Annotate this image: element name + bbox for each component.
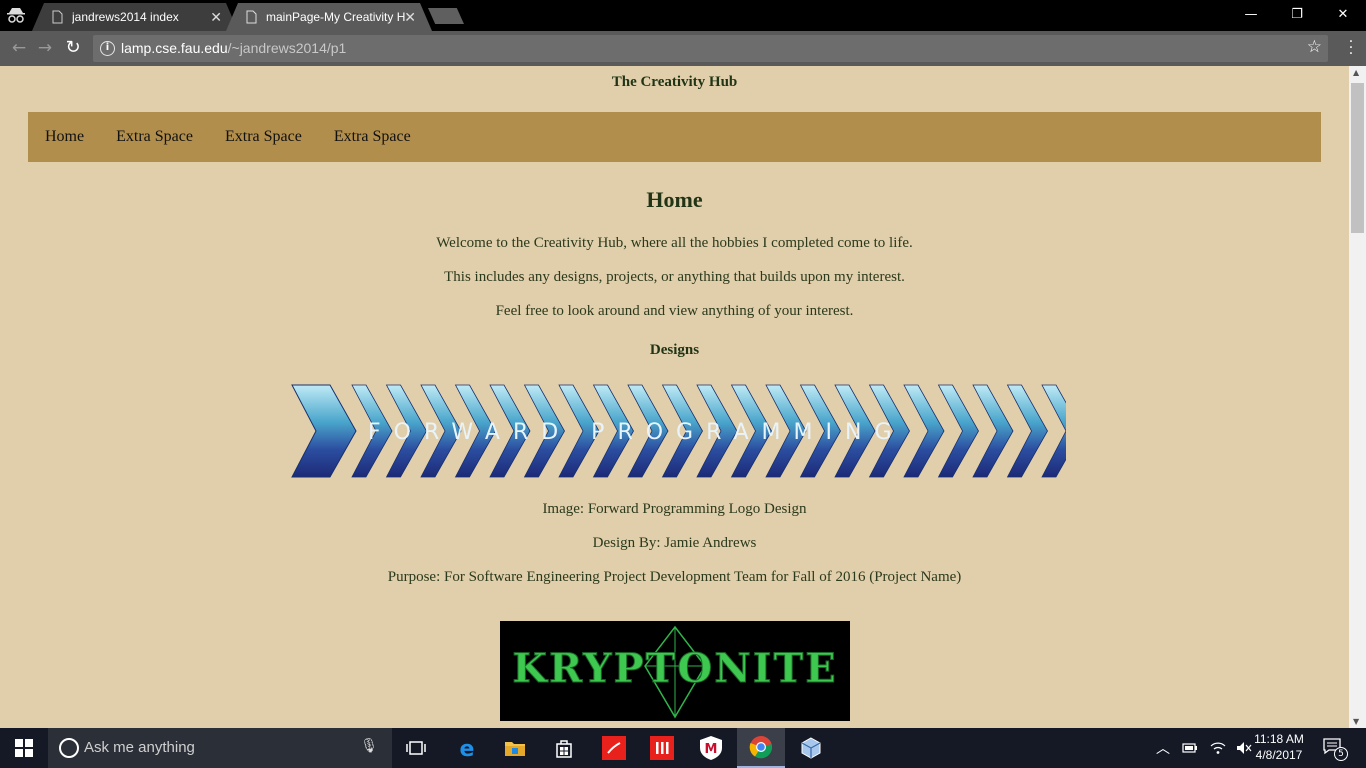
close-window-button[interactable]: ✕ xyxy=(1320,0,1366,28)
microphone-icon[interactable]: 🎙 xyxy=(360,738,378,754)
search-placeholder: Ask me anything xyxy=(84,739,195,756)
logo-text: FORWARD PROGRAMMING xyxy=(368,420,905,445)
page-icon xyxy=(246,10,257,24)
image-caption: Image: Forward Programming Logo Design xyxy=(542,501,807,517)
chrome-menu-icon[interactable]: · · · xyxy=(1348,35,1354,61)
svg-text:e: e xyxy=(460,737,475,759)
nav-extra-space-2[interactable]: Extra Space xyxy=(225,128,302,146)
svg-text:M: M xyxy=(705,742,718,757)
show-hidden-icons[interactable]: ︿ xyxy=(1156,738,1170,758)
url-text: lamp.cse.fau.edu/~jandrews2014/p1 xyxy=(121,40,347,56)
info-icon[interactable]: i xyxy=(100,41,115,56)
image-purpose: Purpose: For Software Engineering Projec… xyxy=(387,569,962,585)
web-page: The Creativity Hub Home Extra Space Extr… xyxy=(0,66,1349,728)
virtualbox-icon[interactable] xyxy=(787,728,835,768)
kryptonite-logo: KRYPTONITE xyxy=(500,621,850,721)
close-tab-icon[interactable]: ✕ xyxy=(210,9,222,26)
edge-browser-icon[interactable]: e xyxy=(443,728,491,768)
action-center-button[interactable]: 5 xyxy=(1322,737,1348,761)
scroll-up-arrow-icon[interactable]: ▲ xyxy=(1353,68,1359,77)
address-bar[interactable]: i lamp.cse.fau.edu/~jandrews2014/p1 ☆ xyxy=(93,35,1328,62)
store-icon[interactable] xyxy=(540,728,588,768)
intro-line-1: Welcome to the Creativity Hub, where all… xyxy=(436,235,913,251)
page-heading: Home xyxy=(646,187,703,212)
chevron-large xyxy=(291,384,357,478)
forward-programming-logo: FORWARD PROGRAMMING xyxy=(291,384,1066,478)
restore-button[interactable]: ❐ xyxy=(1274,0,1320,28)
battery-icon[interactable] xyxy=(1182,742,1198,754)
notification-count-badge: 5 xyxy=(1334,747,1348,761)
clock-date: 4/8/2017 xyxy=(1255,748,1303,762)
forward-button[interactable]: → xyxy=(34,37,56,59)
scroll-down-arrow-icon[interactable]: ▼ xyxy=(1353,717,1359,726)
app-icon-red[interactable] xyxy=(638,728,686,768)
scroll-thumb[interactable] xyxy=(1351,83,1364,233)
tab-title: mainPage-My Creativity Hub xyxy=(266,10,406,24)
chevron-mark xyxy=(1006,384,1048,478)
new-tab-button[interactable] xyxy=(428,8,464,24)
page-scrollbar[interactable]: ▲ ▼ xyxy=(1349,66,1366,728)
nav-bar: Home Extra Space Extra Space Extra Space xyxy=(28,112,1321,162)
minimize-button[interactable]: — xyxy=(1228,0,1274,28)
intro-line-2: This includes any designs, projects, or … xyxy=(444,269,905,285)
start-button[interactable] xyxy=(0,728,48,768)
designs-heading: Designs xyxy=(649,342,700,358)
cortana-icon xyxy=(59,738,79,758)
chevron-mark xyxy=(972,384,1014,478)
chevron-mark xyxy=(937,384,979,478)
cortana-search-box[interactable]: Ask me anything 🎙 xyxy=(48,728,392,768)
task-view-icon[interactable] xyxy=(392,728,440,768)
site-title: The Creativity Hub xyxy=(611,74,738,90)
adobe-reader-icon[interactable] xyxy=(590,728,638,768)
tab-jandrews-index[interactable]: jandrews2014 index ✕ xyxy=(32,3,238,31)
bookmark-star-icon[interactable]: ☆ xyxy=(1307,37,1322,57)
wifi-icon[interactable] xyxy=(1210,741,1226,755)
clock-time: 11:18 AM xyxy=(1254,732,1304,746)
nav-extra-space-3[interactable]: Extra Space xyxy=(334,128,411,146)
page-icon xyxy=(52,10,63,24)
close-tab-icon[interactable]: ✕ xyxy=(404,9,416,26)
kryptonite-text: KRYPTONITE xyxy=(512,645,838,692)
mcafee-icon[interactable]: M xyxy=(687,728,735,768)
image-credit: Design By: Jamie Andrews xyxy=(592,535,757,551)
file-explorer-icon[interactable] xyxy=(491,728,539,768)
nav-extra-space-1[interactable]: Extra Space xyxy=(116,128,193,146)
back-button[interactable]: ← xyxy=(8,37,30,59)
intro-line-3: Feel free to look around and view anythi… xyxy=(495,303,854,319)
chrome-taskbar-icon[interactable] xyxy=(737,728,785,768)
incognito-icon xyxy=(7,8,25,23)
nav-home[interactable]: Home xyxy=(45,128,84,146)
system-tray: ︿ xyxy=(1156,728,1252,768)
tab-main-page[interactable]: mainPage-My Creativity Hub ✕ xyxy=(226,3,432,31)
windows-logo-icon xyxy=(15,739,33,757)
chevron-mark xyxy=(903,384,945,478)
windows-taskbar: Ask me anything 🎙 e M ︿ 11:18 AM 4/8/201… xyxy=(0,728,1366,768)
tab-title: jandrews2014 index xyxy=(72,10,179,24)
browser-toolbar: ← → ↻ i lamp.cse.fau.edu/~jandrews2014/p… xyxy=(0,31,1366,66)
reload-button[interactable]: ↻ xyxy=(62,37,84,59)
browser-tab-strip: jandrews2014 index ✕ mainPage-My Creativ… xyxy=(0,0,1366,31)
taskbar-clock[interactable]: 11:18 AM 4/8/2017 xyxy=(1246,731,1312,763)
